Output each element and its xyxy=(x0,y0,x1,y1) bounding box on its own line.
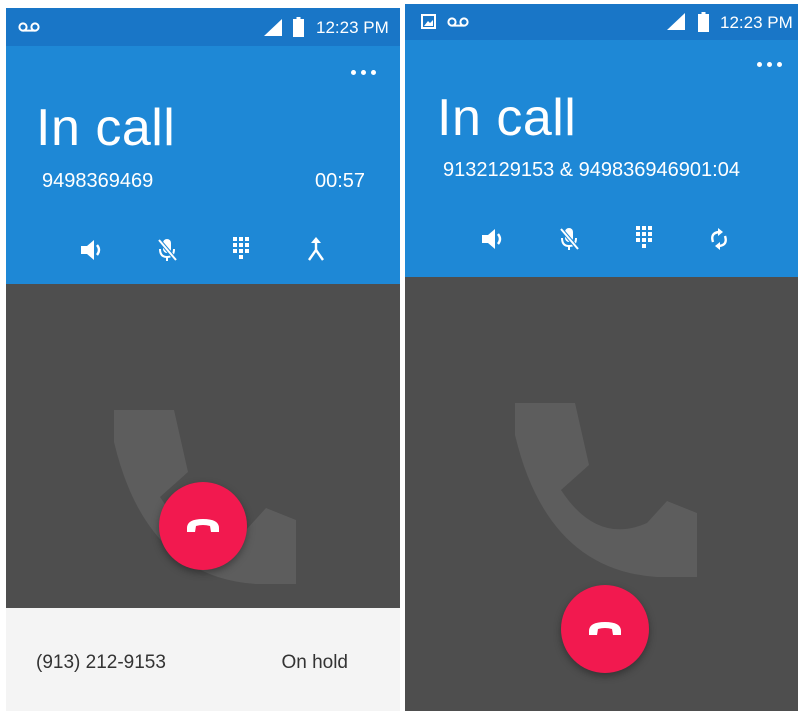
battery-icon xyxy=(698,12,709,32)
merge-call-button[interactable] xyxy=(300,234,332,266)
signal-icon xyxy=(264,19,282,36)
swap-call-button[interactable] xyxy=(703,223,735,255)
image-icon xyxy=(421,14,436,29)
call-status-title: In call xyxy=(36,99,176,157)
conference-participants-and-timer: 9132129153 & 949836946901:04 xyxy=(443,159,740,181)
call-header: In call 9498369469 00:57 xyxy=(6,46,400,284)
call-status-title: In call xyxy=(437,89,577,147)
call-body xyxy=(405,277,798,711)
dialpad-button[interactable] xyxy=(225,234,257,266)
voicemail-icon xyxy=(18,22,40,32)
dialpad-button[interactable] xyxy=(628,223,660,255)
signal-icon xyxy=(667,13,685,30)
end-call-button[interactable] xyxy=(159,482,247,570)
speaker-button[interactable] xyxy=(76,234,108,266)
overflow-menu-icon[interactable] xyxy=(350,67,380,77)
right-call-screen: 12:23 PM In call 9132129153 & 9498369469… xyxy=(405,4,798,711)
mute-button[interactable] xyxy=(151,234,183,266)
on-hold-call-bar[interactable]: (913) 212-9153 On hold xyxy=(6,608,400,711)
status-time: 12:23 PM xyxy=(316,18,389,37)
speaker-icon xyxy=(482,229,502,249)
mute-icon xyxy=(559,227,580,251)
voicemail-icon xyxy=(447,17,469,27)
end-call-icon xyxy=(589,622,621,635)
left-call-screen: 12:23 PM In call 9498369469 00:57 (913) … xyxy=(6,8,400,711)
hold-status-label: On hold xyxy=(281,652,348,673)
mute-icon xyxy=(157,238,178,262)
overflow-menu-icon[interactable] xyxy=(756,59,786,69)
status-bar: 12:23 PM xyxy=(6,8,400,46)
status-time: 12:23 PM xyxy=(720,13,793,32)
swap-call-icon xyxy=(711,228,727,250)
status-bar: 12:23 PM xyxy=(405,4,798,40)
call-header: In call 9132129153 & 949836946901:04 xyxy=(405,40,798,277)
speaker-button[interactable] xyxy=(477,223,509,255)
dialpad-icon xyxy=(233,237,249,259)
phone-background-icon xyxy=(515,403,697,577)
call-timer: 00:57 xyxy=(315,170,366,192)
held-caller-number: (913) 212-9153 xyxy=(36,652,166,673)
end-call-button[interactable] xyxy=(561,585,649,673)
merge-call-icon xyxy=(308,237,324,261)
dialpad-icon xyxy=(636,226,652,248)
end-call-icon xyxy=(187,519,219,532)
speaker-icon xyxy=(81,240,101,260)
caller-number: 9498369469 xyxy=(42,170,154,192)
mute-button[interactable] xyxy=(553,223,585,255)
battery-icon xyxy=(293,17,304,37)
